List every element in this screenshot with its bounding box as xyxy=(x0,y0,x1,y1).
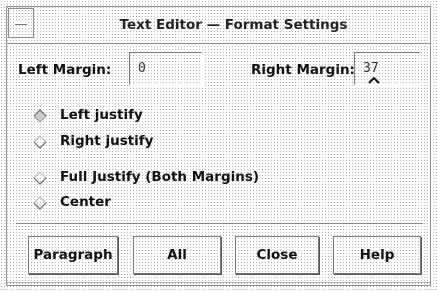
radio-left-justify[interactable] xyxy=(33,109,47,123)
left-margin-label: Left Margin: xyxy=(18,62,112,78)
separator xyxy=(16,223,423,225)
paragraph-button[interactable]: Paragraph xyxy=(28,236,118,274)
text-cursor-icon xyxy=(368,76,380,84)
full-justify-label: Full Justify (Both Margins) xyxy=(60,169,260,185)
right-margin-value: 37 xyxy=(363,61,379,76)
all-button[interactable]: All xyxy=(133,236,221,274)
window-title: Text Editor — Format Settings xyxy=(119,17,348,33)
left-justify-label: Left justify xyxy=(60,107,143,123)
radio-right-justify[interactable] xyxy=(33,135,47,149)
left-margin-field[interactable]: 0 xyxy=(129,52,203,86)
right-margin-label: Right Margin: xyxy=(251,62,355,78)
window-menu-button[interactable] xyxy=(8,8,34,38)
close-button[interactable]: Close xyxy=(235,236,319,274)
center-label: Center xyxy=(60,194,111,210)
radio-center[interactable] xyxy=(33,196,47,210)
radio-full-justify[interactable] xyxy=(33,171,47,185)
help-button[interactable]: Help xyxy=(333,236,421,274)
right-margin-field[interactable]: 37 xyxy=(354,52,421,86)
right-justify-label: Right justify xyxy=(60,133,154,149)
window-menu-icon xyxy=(15,22,27,25)
left-margin-value: 0 xyxy=(138,61,146,76)
